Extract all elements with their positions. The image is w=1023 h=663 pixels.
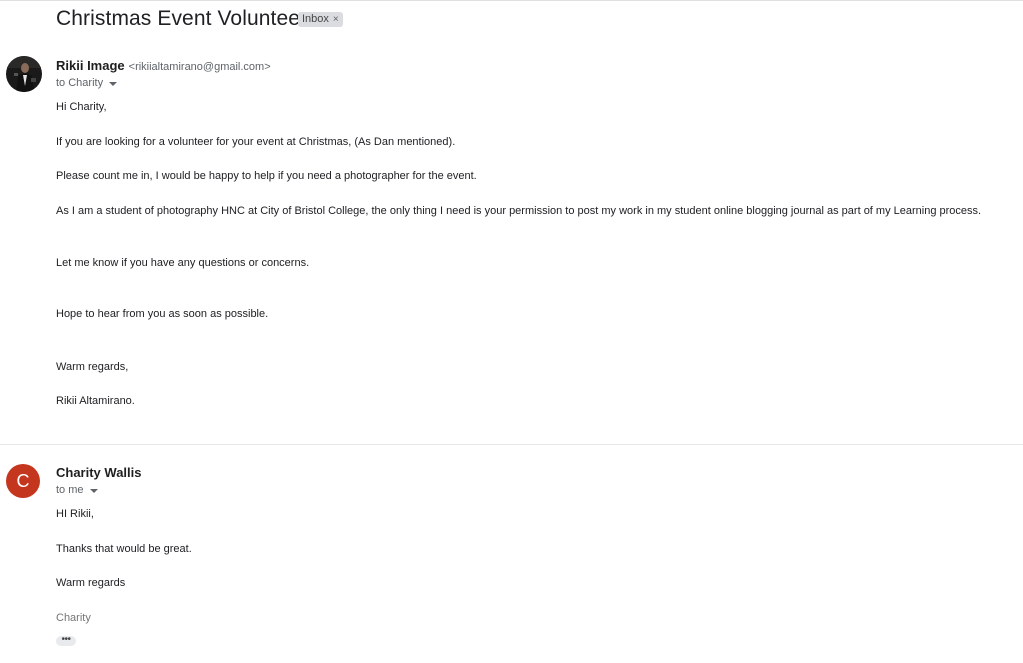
message-line: As I am a student of photography HNC at … [56,205,982,217]
message-line: Warm regards [56,577,126,589]
sender-avatar[interactable]: C [6,464,40,498]
show-details-chevron-icon[interactable] [109,81,118,86]
message-line: HI Rikii, [56,508,94,520]
message-signature: Charity [56,612,91,624]
message-line: If you are looking for a volunteer for y… [56,136,456,148]
message-line: Hope to hear from you as soon as possibl… [56,308,269,320]
sender-header: Rikii Image <rikiialtamirano@gmail.com> [56,58,271,73]
show-details-chevron-icon[interactable] [89,488,98,493]
inbox-label-text: Inbox [302,13,329,25]
message-line: Hi Charity, [56,101,107,113]
message-line: Please count me in, I would be happy to … [56,170,477,182]
recipients-line: to Charity [56,77,118,89]
profile-photo-icon [6,56,42,92]
sender-name[interactable]: Rikii Image [56,58,125,73]
sender-email: <rikiialtamirano@gmail.com> [128,61,271,73]
remove-label-icon[interactable]: × [333,12,339,27]
message-line: Warm regards, [56,361,129,373]
top-divider [0,0,1023,1]
recipients-line: to me [56,484,98,496]
recipients-text: to me [56,484,84,496]
recipients-text: to Charity [56,77,104,89]
email-subject: Christmas Event Volunteer. [56,7,312,30]
show-trimmed-content-button[interactable]: ••• [56,635,76,646]
sender-avatar-photo[interactable] [6,56,42,92]
message-line: Let me know if you have any questions or… [56,257,310,269]
inbox-label-chip[interactable]: Inbox × [298,12,343,27]
message-divider [0,444,1023,445]
message-line: Thanks that would be great. [56,543,192,555]
message-signature: Rikii Altamirano. [56,395,135,407]
sender-name[interactable]: Charity Wallis [56,465,141,480]
